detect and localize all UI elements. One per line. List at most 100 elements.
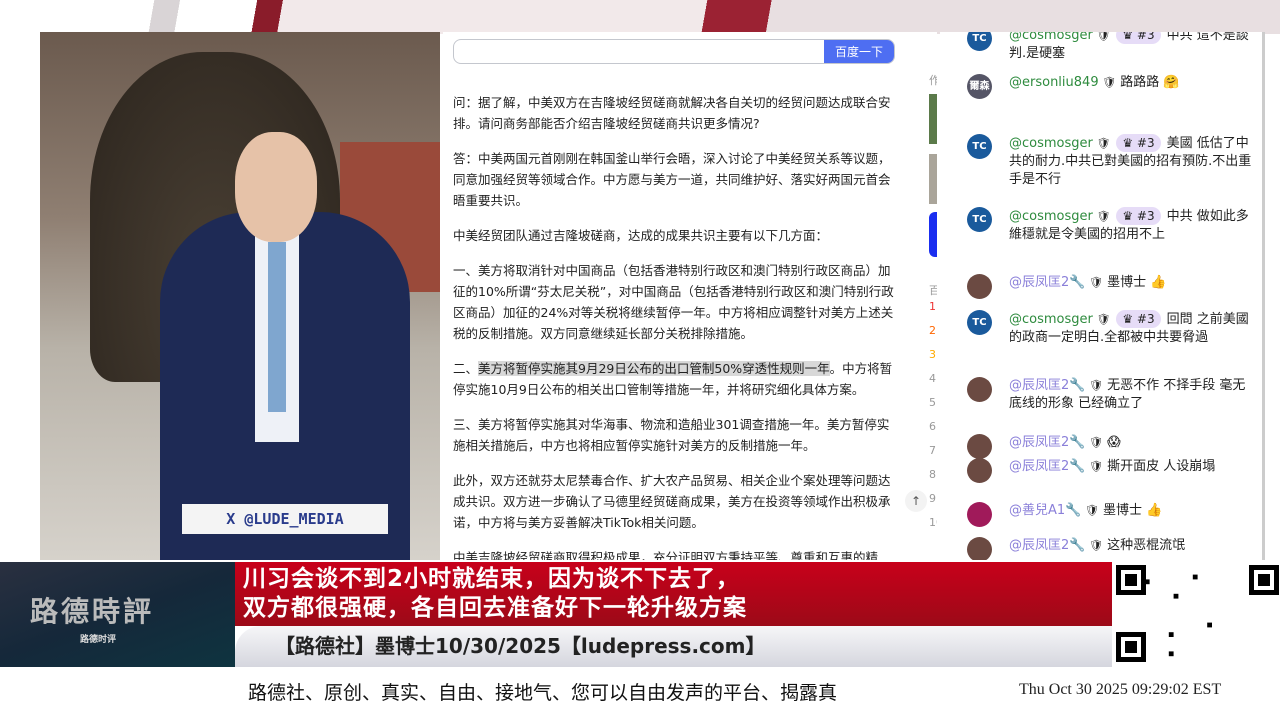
blue-button[interactable]	[929, 212, 937, 257]
member-badge-icon: 🛡	[1092, 210, 1111, 223]
avatar[interactable]: 爾森	[967, 74, 992, 99]
chat-message: @辰凤匡2🔧 🛡 无恶不作 不择手段 毫无底线的形象 已经确立了	[967, 377, 1257, 413]
avatar[interactable]: TC	[967, 207, 992, 232]
chat-message: TC @cosmosger 🛡 ♛ #3 中共 這不是談判.是硬塞	[967, 32, 1257, 63]
wrench-icon: 🔧	[1069, 538, 1086, 553]
crown-badge: ♛ #3	[1116, 310, 1161, 328]
avatar[interactable]: TC	[967, 32, 992, 51]
paragraph: 三、美方将暂停实施其对华海事、物流和造船业301调查措施一年。美方暂停实施相关措…	[453, 417, 890, 453]
background-top	[0, 0, 1280, 34]
rank-number: 1	[929, 300, 936, 313]
paragraph: 答：中美两国元首刚刚在韩国釜山举行会晤，深入讨论了中美经贸关系等议题，同意加强经…	[453, 151, 891, 208]
chat-username[interactable]: @cosmosger	[1009, 32, 1093, 43]
headline-line-2: 双方都很强硬，各自回去准备好下一轮升级方案	[243, 595, 747, 621]
rank-badge: #3	[1136, 209, 1155, 223]
wrench-icon: 🔧	[1069, 275, 1086, 290]
rank-badge: #3	[1136, 32, 1155, 42]
chat-message: 爾森 @ersonliu849 🛡 路路路 🤗	[967, 74, 1257, 99]
logo-subtext: 路德时评	[80, 635, 117, 645]
headline-box: 川习会谈不到2小时就结束，因为谈不下去了， 双方都很强硬，各自回去准备好下一轮升…	[235, 562, 1112, 626]
chat-text: 墨博士 👍	[1107, 275, 1167, 290]
rank-badge: #3	[1136, 136, 1155, 150]
member-badge-icon: 🛡	[1085, 460, 1103, 473]
member-badge-icon: 🛡	[1092, 313, 1111, 326]
lower-third-banner: 路德時評路德时评 川习会谈不到2小时就结束，因为谈不下去了， 双方都很强硬，各自…	[0, 562, 1280, 667]
chat-username[interactable]: @辰凤匡2	[1009, 378, 1069, 393]
search-button[interactable]: 百度一下	[824, 40, 894, 63]
side-label: 作	[929, 74, 937, 87]
paragraph-highlighted: 二、美方将暂停实施其9月29日公布的出口管制50%穿透性规则一年。中方将暂停实施…	[453, 358, 901, 400]
rank-number: 9	[929, 492, 936, 505]
p2-prefix: 二、	[453, 361, 479, 376]
avatar[interactable]	[967, 434, 992, 459]
chat-username[interactable]: @cosmosger	[1009, 136, 1093, 151]
search-input[interactable]: 百度一下	[453, 39, 895, 64]
rank-number: 2	[929, 324, 936, 337]
chat-message: TC @cosmosger 🛡 ♛ #3 美國 低估了中共的耐力.中共已對美國的招有…	[967, 134, 1257, 189]
avatar[interactable]	[967, 377, 992, 402]
ticker-text: 路德社、原创、真实、自由、接地气、您可以自由发声的平台、揭露真	[248, 682, 838, 704]
subline: 【路德社】墨博士10/30/2025【ludepress.com】	[235, 626, 1112, 667]
avatar[interactable]: TC	[967, 310, 992, 335]
chat-message: TC @cosmosger 🛡 ♛ #3 回問 之前美國的政商一定明白.全都被中共要…	[967, 310, 1257, 347]
logo-text: 路德時評	[30, 595, 155, 628]
wrench-icon: 🔧	[1069, 435, 1086, 450]
presenter-head	[235, 132, 317, 242]
thumbnail[interactable]	[929, 94, 937, 144]
thumbnail[interactable]	[929, 154, 937, 204]
chat-message: @辰凤匡2🔧 🛡 这种恶棍流氓	[967, 537, 1257, 560]
rank-badge: #3	[1136, 312, 1155, 326]
paragraph: 中美吉隆坡经贸磋商取得积极成果，充分证明双方秉持平等、尊重和互惠的精神，通过开展…	[453, 550, 879, 560]
chat-username[interactable]: @辰凤匡2	[1009, 275, 1069, 290]
wrench-icon: 🔧	[1069, 459, 1086, 474]
chat-username[interactable]: @ersonliu849	[1009, 75, 1099, 90]
member-badge-icon: 🛡	[1085, 379, 1103, 392]
show-logo: 路德時評路德时评	[0, 562, 235, 667]
paragraph: 此外，双方还就芬太尼禁毒合作、扩大农产品贸易、相关企业个案处理等问题达成共识。双…	[453, 473, 891, 530]
qr-code	[1112, 562, 1280, 667]
chat-text: 路路路 🤗	[1120, 75, 1180, 90]
member-badge-icon: 🛡	[1092, 32, 1111, 42]
selected-text[interactable]: 美方将暂停实施其9月29日公布的出口管制50%穿透性规则一年	[478, 361, 830, 376]
chat-message: @辰凤匡2🔧 🛡 墨博士 👍	[967, 274, 1257, 299]
rank-number: 3	[929, 348, 936, 361]
chat-message: @辰凤匡2🔧 🛡 撕开面皮 人设崩塌	[967, 458, 1257, 483]
member-badge-icon: 🛡	[1098, 76, 1117, 89]
crown-badge: ♛ #3	[1116, 134, 1161, 152]
avatar[interactable]	[967, 502, 992, 527]
chat-username[interactable]: @辰凤匡2	[1009, 435, 1069, 450]
rank-number: 4	[929, 372, 936, 385]
chat-text: 😱	[1107, 435, 1121, 450]
rank-number: 7	[929, 444, 936, 457]
rank-number: 6	[929, 420, 936, 433]
rank-number: 5	[929, 396, 936, 409]
chat-username[interactable]: @善兒A1	[1009, 503, 1065, 518]
scroll-top-button[interactable]: ↑	[905, 490, 927, 512]
rank-number: 10	[929, 516, 937, 529]
headline-line-1: 川习会谈不到2小时就结束，因为谈不下去了，	[243, 566, 741, 592]
chat-text: 墨博士 👍	[1102, 503, 1163, 518]
chat-text: 这种恶棍流氓	[1107, 538, 1186, 553]
member-badge-icon: 🛡	[1085, 436, 1103, 449]
chat-message: @善兒A1🔧 🛡 墨博士 👍	[967, 502, 1257, 527]
avatar[interactable]	[967, 537, 992, 560]
chat-username[interactable]: @辰凤匡2	[1009, 459, 1069, 474]
avatar[interactable]	[967, 458, 992, 483]
video-feed: X @LUDE_MEDIA	[40, 32, 440, 560]
member-badge-icon: 🛡	[1092, 137, 1111, 150]
paragraph: 中美经贸团队通过吉隆坡磋商，达成的成果共识主要有以下几方面：	[453, 228, 829, 243]
hot-list-label: 百	[929, 284, 937, 297]
paragraph: 一、美方将取消针对中国商品（包括香港特别行政区和澳门特别行政区商品）加征的10%…	[453, 263, 894, 341]
article-body: 问：据了解，中美双方在吉隆坡经贸磋商就解决各自关切的经贸问题达成联合安排。请问商…	[453, 92, 901, 560]
clock: Thu Oct 30 2025 09:29:02 EST	[1019, 681, 1222, 698]
browser-window: 百度一下 问：据了解，中美双方在吉隆坡经贸磋商就解决各自关切的经贸问题达成联合安…	[443, 32, 937, 560]
avatar[interactable]	[967, 274, 992, 299]
wrench-icon: 🔧	[1065, 503, 1082, 518]
chat-username[interactable]: @cosmosger	[1009, 312, 1093, 327]
avatar[interactable]: TC	[967, 134, 992, 159]
chat-username[interactable]: @cosmosger	[1009, 209, 1093, 224]
crown-badge: ♛ #3	[1116, 32, 1161, 44]
presenter-tie	[268, 242, 286, 412]
chat-username[interactable]: @辰凤匡2	[1009, 538, 1069, 553]
member-badge-icon: 🛡	[1081, 504, 1099, 517]
